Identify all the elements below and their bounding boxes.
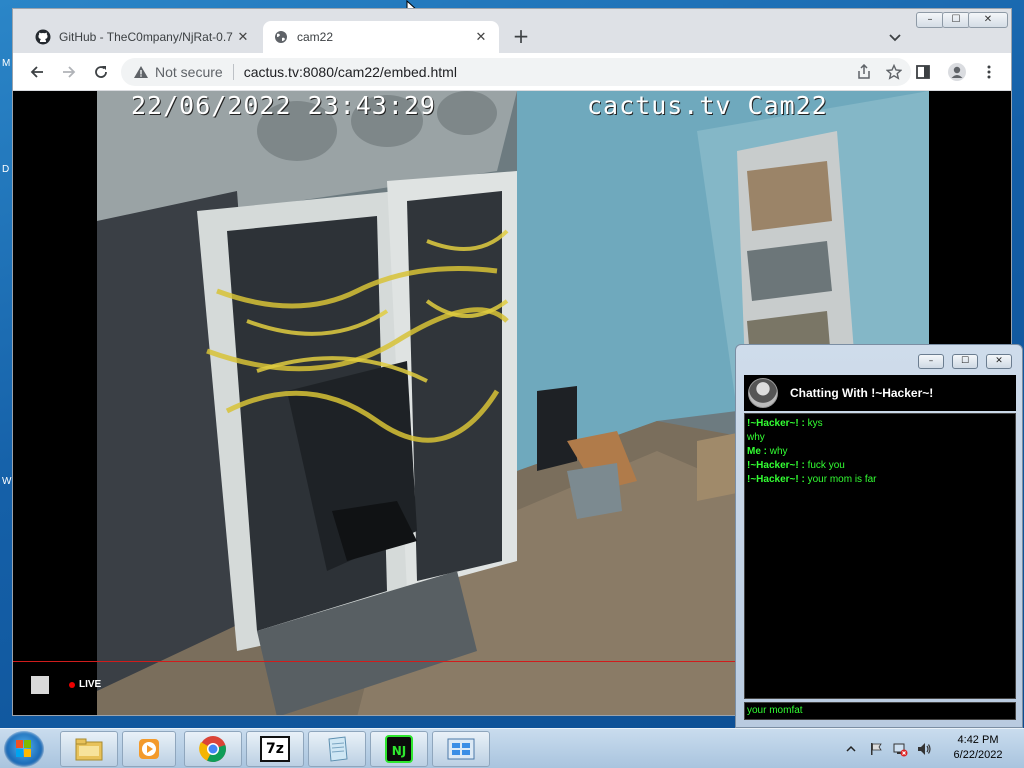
message-text: why (747, 432, 765, 443)
taskbar-control-panel[interactable] (432, 731, 490, 767)
chat-message: !~Hacker~! : fuck you (747, 459, 1013, 473)
forward-button[interactable] (57, 60, 81, 84)
chrome-icon (199, 736, 226, 763)
7zip-icon: 7z (260, 736, 290, 762)
avatar (748, 378, 778, 408)
browser-toolbar: Not secure cactus.tv:8080/cam22/embed.ht… (13, 53, 1011, 91)
message-text: fuck you (804, 460, 845, 471)
new-tab-button[interactable]: + (509, 25, 533, 49)
desktop-icon-label[interactable]: W (2, 476, 11, 487)
tab-title: cam22 (297, 30, 334, 44)
chat-title: Chatting With !~Hacker~! (790, 386, 934, 400)
clock[interactable]: 4:42 PM 6/22/2022 (942, 733, 1014, 763)
chat-message: Me : why (747, 445, 1013, 459)
kebab-menu-icon (987, 65, 991, 79)
file-explorer-icon (75, 738, 103, 761)
taskbar-7zip[interactable]: 7z (246, 731, 304, 767)
message-sender: !~Hacker~! : (747, 418, 805, 429)
tab-strip: GitHub - TheC0mpany/NjRat-0.7 ✕ cam22 ✕ … (13, 9, 1011, 53)
taskbar-chrome[interactable] (184, 731, 242, 767)
chat-minimize-button[interactable]: – (918, 354, 944, 369)
close-tab-icon[interactable]: ✕ (471, 29, 491, 45)
message-sender: !~Hacker~! : (747, 474, 805, 485)
chat-log[interactable]: !~Hacker~! : kys why Me : why !~Hacker~!… (744, 413, 1016, 699)
taskbar: 7z NJ 4:42 PM 6/22/2022 (0, 728, 1024, 768)
message-text: your mom is far (804, 474, 877, 485)
live-dot-icon (69, 681, 75, 688)
github-icon (35, 29, 51, 45)
camera-label: cactus.tv Cam22 (587, 91, 828, 120)
message-text: kys (804, 418, 823, 429)
windows-logo-icon (16, 740, 31, 757)
desktop-icon-label[interactable]: D (2, 164, 9, 175)
close-tab-icon[interactable]: ✕ (233, 29, 253, 45)
reload-button[interactable] (89, 60, 113, 84)
tab-github[interactable]: GitHub - TheC0mpany/NjRat-0.7 ✕ (25, 21, 261, 53)
taskbar-njrat[interactable]: NJ (370, 731, 428, 767)
globe-icon (273, 29, 289, 45)
tab-search-chevron-icon[interactable] (885, 27, 905, 47)
close-window-button[interactable]: ✕ (968, 12, 1008, 28)
back-button[interactable] (25, 60, 49, 84)
clock-date: 6/22/2022 (953, 749, 1003, 761)
minimize-button[interactable]: – (916, 12, 944, 28)
message-sender: !~Hacker~! : (747, 460, 805, 471)
url-host[interactable]: cactus.tv (244, 64, 299, 80)
live-label: LIVE (79, 679, 102, 690)
profile-button[interactable] (945, 60, 969, 84)
taskbar-notepad[interactable] (308, 731, 366, 767)
message-sender: Me : (747, 446, 767, 457)
forward-arrow-icon (63, 66, 76, 78)
taskbar-file-explorer[interactable] (60, 731, 118, 767)
taskbar-media-player[interactable] (122, 731, 176, 767)
chat-message: why (747, 431, 1013, 445)
njrat-icon: NJ (385, 735, 413, 763)
browser-menu-button[interactable] (977, 60, 1001, 84)
chat-maximize-button[interactable]: ☐ (952, 354, 978, 369)
side-panel-button[interactable] (911, 60, 935, 84)
profile-avatar-icon (948, 63, 966, 81)
url-path[interactable]: :8080/cam22/embed.html (299, 64, 457, 80)
chat-message: !~Hacker~! : kys (747, 417, 1013, 431)
start-button[interactable] (4, 731, 44, 767)
show-hidden-icons-icon[interactable] (846, 744, 856, 754)
live-indicator: LIVE (69, 679, 101, 690)
notepad-icon (328, 736, 348, 762)
chat-window: – ☐ ✕ Chatting With !~Hacker~! !~Hacker~… (735, 344, 1023, 728)
chat-message: !~Hacker~! : your mom is far (747, 473, 1013, 487)
security-label[interactable]: Not secure (155, 64, 223, 80)
network-error-icon[interactable] (892, 741, 908, 757)
desktop-icon-label[interactable]: M (2, 58, 10, 69)
side-panel-icon (916, 65, 930, 79)
tab-cam22[interactable]: cam22 ✕ (263, 21, 499, 53)
media-player-icon (139, 739, 159, 759)
clock-time: 4:42 PM (957, 734, 999, 746)
divider (232, 64, 234, 80)
reload-icon (95, 66, 107, 78)
back-arrow-icon (30, 66, 43, 78)
chat-header: Chatting With !~Hacker~! (744, 375, 1016, 411)
volume-icon[interactable] (916, 741, 932, 757)
warning-icon[interactable] (133, 64, 149, 80)
control-panel-icon (447, 738, 475, 760)
stop-button[interactable] (31, 676, 49, 694)
chat-close-button[interactable]: ✕ (986, 354, 1012, 369)
action-center-flag-icon[interactable] (868, 741, 884, 757)
camera-timestamp: 22/06/2022 23:43:29 (131, 91, 436, 120)
address-bar[interactable]: Not secure cactus.tv:8080/cam22/embed.ht… (121, 58, 911, 86)
share-icon[interactable] (856, 64, 872, 80)
system-tray: 4:42 PM 6/22/2022 (842, 729, 1024, 768)
bookmark-star-icon[interactable] (886, 64, 902, 80)
tab-title: GitHub - TheC0mpany/NjRat-0.7 (59, 30, 233, 44)
chat-input[interactable]: your momfat (744, 702, 1016, 720)
message-text: why (767, 446, 788, 457)
maximize-button[interactable]: ☐ (942, 12, 970, 28)
